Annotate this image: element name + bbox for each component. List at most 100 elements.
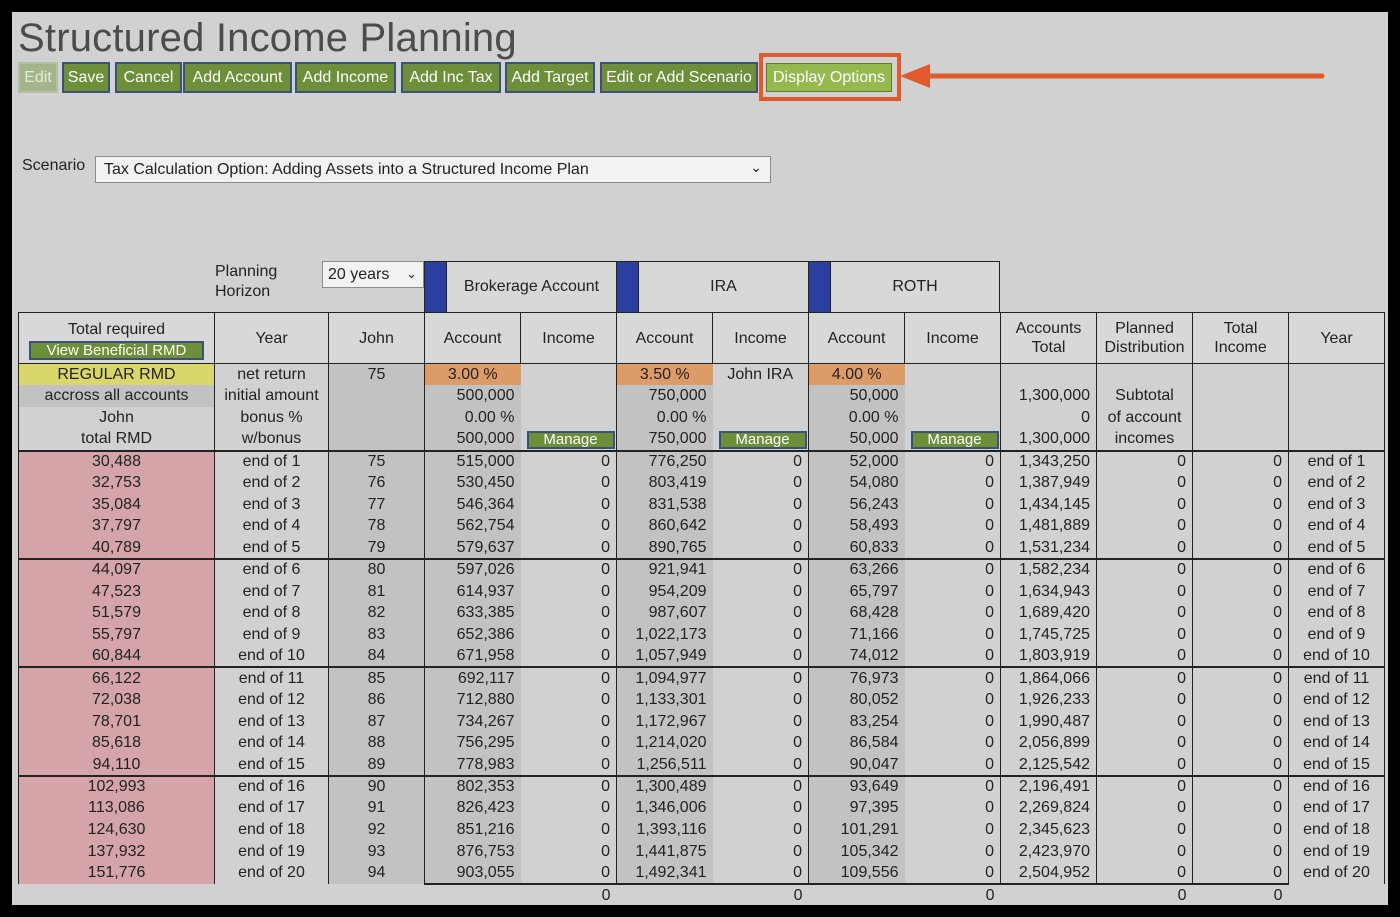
rmd-value: 137,932	[18, 840, 215, 863]
net-return-row: REGULAR RMD net return 75 3.00 % 3.50 % …	[18, 363, 1385, 386]
ira-income-value: 0	[712, 558, 809, 581]
add-income-button[interactable]: Add Income	[295, 62, 396, 93]
brokerage-net-return[interactable]: 3.00 %	[424, 363, 521, 386]
year-label: end of 17	[214, 797, 329, 820]
add-inc-tax-button[interactable]: Add Inc Tax	[401, 62, 501, 93]
john-age: 94	[328, 862, 425, 885]
edit-or-add-scenario-button[interactable]: Edit or Add Scenario	[600, 62, 758, 93]
total-income-value: 0	[1192, 602, 1289, 625]
brokerage-income-value: 0	[520, 689, 617, 711]
brokerage-income-value: 0	[520, 493, 617, 516]
john-age: 86	[328, 689, 425, 711]
add-target-button[interactable]: Add Target	[505, 62, 595, 93]
ira-account-value: 987,607	[616, 602, 713, 625]
year-label: end of 11	[214, 666, 329, 690]
net-return-label: net return	[214, 363, 329, 386]
total-income-value: 0	[1192, 774, 1289, 798]
roth-income-value: 0	[904, 472, 1001, 494]
table-row: 37,797 end of 4 78 562,754 0 860,642 0 58,493 0 1…	[18, 515, 1385, 538]
empty-cell	[19, 884, 215, 905]
john-age: 76	[328, 472, 425, 494]
planned-distribution-header: Planned Distribution	[1096, 312, 1193, 364]
planned-distribution-value: 0	[1096, 624, 1193, 646]
total-income-value: 0	[1192, 797, 1289, 820]
ira-income-value: 0	[712, 732, 809, 755]
account-color-swatch	[425, 262, 446, 312]
save-button[interactable]: Save	[62, 62, 110, 93]
year-label-right: end of 15	[1288, 754, 1385, 776]
table-row: 72,038 end of 12 86 712,880 0 1,133,301 0 80,05…	[18, 689, 1385, 711]
table-row: 44,097 end of 6 80 597,026 0 921,941 0 63,266 0 1…	[18, 558, 1385, 581]
accounts-total-value: 1,582,234	[1000, 558, 1097, 581]
brokerage-account-value: 903,055	[424, 862, 521, 885]
account-header-brokerage[interactable]: Brokerage Account	[424, 261, 617, 313]
ira-income-value: 0	[712, 797, 809, 820]
roth-income-value: 0	[904, 558, 1001, 581]
cancel-button[interactable]: Cancel	[115, 62, 182, 93]
planned-distribution-value: 0	[1096, 797, 1193, 820]
ira-income-value: 0	[712, 602, 809, 625]
ira-initial: 750,000	[616, 385, 713, 407]
view-beneficial-rmd-button[interactable]: View Beneficial RMD	[29, 340, 204, 360]
total-income-value: 0	[1192, 624, 1289, 646]
rmd-value: 44,097	[18, 558, 215, 581]
ira-account-value: 1,256,511	[616, 754, 713, 776]
year-label: end of 8	[214, 602, 329, 625]
roth-account-value: 60,833	[808, 537, 905, 559]
account-header-roth[interactable]: ROTH	[808, 261, 1000, 313]
total-income-value: 0	[1192, 840, 1289, 863]
roth-account-value: 71,166	[808, 624, 905, 646]
total-income-value: 0	[1192, 710, 1289, 733]
brokerage-account-value: 778,983	[424, 754, 521, 776]
roth-income-value: 0	[904, 624, 1001, 646]
manage-ira-button[interactable]: Manage	[718, 430, 807, 449]
table-row: 124,630 end of 18 92 851,216 0 1,393,116 0 101,…	[18, 819, 1385, 841]
planned-distribution-value: 0	[1096, 602, 1193, 625]
brokerage-income-value: 0	[520, 710, 617, 733]
year-label-right: end of 2	[1288, 472, 1385, 494]
ira-account-value: 954,209	[616, 580, 713, 603]
rmd-value: 151,776	[18, 862, 215, 885]
accounts-total-value: 1,926,233	[1000, 689, 1097, 711]
roth-income-value: 0	[904, 840, 1001, 863]
ira-with-bonus: 750,000	[616, 428, 713, 451]
year-label-right: end of 3	[1288, 493, 1385, 516]
planned-distribution-value: 0	[1096, 580, 1193, 603]
rmd-value: 40,789	[18, 537, 215, 559]
scenario-select[interactable]: Tax Calculation Option: Adding Assets in…	[95, 156, 771, 183]
brokerage-income-value: 0	[520, 862, 617, 885]
planned-distribution-value: 0	[1096, 515, 1193, 538]
add-account-button[interactable]: Add Account	[183, 62, 292, 93]
accounts-total-value: 2,125,542	[1000, 754, 1097, 776]
rmd-value: 102,993	[18, 774, 215, 798]
accounts-total-value: 1,990,487	[1000, 710, 1097, 733]
john-rmd-label: John	[18, 406, 215, 429]
brokerage-account-value: 712,880	[424, 689, 521, 711]
roth-account-value: 90,047	[808, 754, 905, 776]
roth-account-value: 76,973	[808, 666, 905, 690]
total-bonus: 0	[1000, 406, 1097, 429]
roth-income-value: 0	[904, 449, 1001, 473]
total-income-value: 0	[1192, 666, 1289, 690]
roth-net-return[interactable]: 4.00 %	[808, 363, 905, 386]
rmd-value: 94,110	[18, 754, 215, 776]
edit-button[interactable]: Edit	[18, 62, 58, 93]
table-totals-row: 00000	[19, 883, 1385, 905]
brokerage-account-value: 633,385	[424, 602, 521, 625]
roth-account-value: 97,395	[808, 797, 905, 820]
ira-net-return[interactable]: 3.50 %	[616, 363, 713, 386]
planning-horizon-select[interactable]: 20 years ⌄	[322, 261, 424, 288]
table-row: 151,776 end of 20 94 903,055 0 1,492,341 0 109,…	[18, 862, 1385, 885]
account-header-ira[interactable]: IRA	[616, 261, 809, 313]
app-window: Structured Income Planning Edit Save Can…	[12, 12, 1388, 905]
roth-account-value: 54,080	[808, 472, 905, 494]
roth-income-value: 0	[904, 710, 1001, 733]
table-row: 102,993 end of 16 90 802,353 0 1,300,489 0 93,6…	[18, 774, 1385, 798]
roth-account-value: 101,291	[808, 819, 905, 841]
account-name: IRA	[638, 262, 808, 312]
year-label-right: end of 11	[1288, 666, 1385, 690]
with-bonus-row: total RMD w/bonus 500,000 Manage 750,000…	[18, 428, 1385, 451]
manage-roth-button[interactable]: Manage	[910, 430, 999, 449]
manage-brokerage-button[interactable]: Manage	[526, 430, 615, 449]
year-label-right: end of 6	[1288, 558, 1385, 581]
